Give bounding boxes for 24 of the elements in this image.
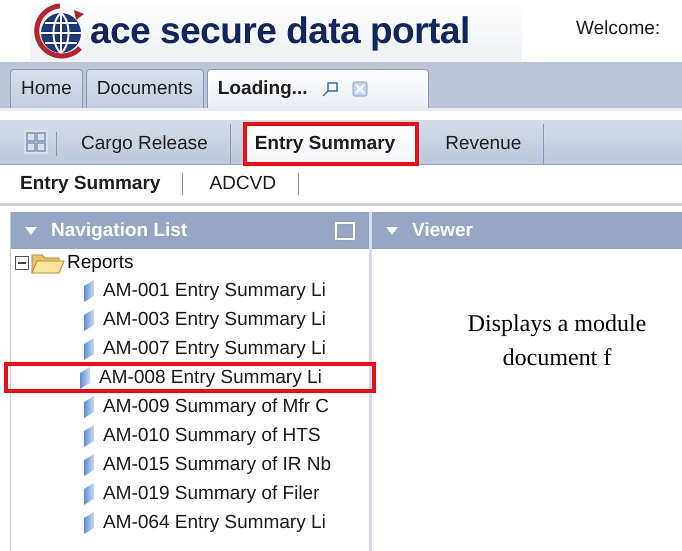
logo-text: ace secure data portal bbox=[90, 10, 470, 52]
top-tab[interactable]: Documents bbox=[86, 69, 204, 108]
panel-title: Viewer bbox=[412, 220, 473, 242]
report-item[interactable]: AM-019 Summary of Filer bbox=[11, 479, 369, 508]
report-item[interactable]: AM-010 Summary of HTS bbox=[11, 421, 369, 450]
welcome-label: Welcome: bbox=[576, 18, 660, 40]
module-tab[interactable]: Cargo Release bbox=[71, 124, 231, 164]
report-item[interactable]: AM-015 Summary of IR Nb bbox=[11, 450, 369, 479]
report-item[interactable]: AM-064 Entry Summary Li bbox=[11, 508, 369, 537]
report-item[interactable]: AM-001 Entry Summary Li bbox=[11, 276, 369, 305]
top-tab[interactable]: Home bbox=[10, 69, 83, 108]
sub-tab[interactable]: Entry Summary bbox=[20, 173, 184, 195]
report-item[interactable]: AM-008 Entry Summary Li bbox=[5, 363, 375, 392]
report-item[interactable]: AM-003 Entry Summary Li bbox=[11, 305, 369, 334]
sub-tab[interactable]: ADCVD bbox=[209, 173, 299, 195]
panel-title: Navigation List bbox=[51, 220, 188, 242]
viewer-description: Displays a module bbox=[468, 310, 646, 339]
viewer-description: document f bbox=[502, 344, 612, 373]
report-item[interactable]: AM-007 Entry Summary Li bbox=[11, 334, 369, 363]
report-item[interactable]: AM-009 Summary of Mfr C bbox=[11, 392, 369, 421]
tree-item[interactable]: Reports bbox=[67, 252, 134, 274]
module-tab[interactable]: Entry Summary bbox=[244, 124, 418, 164]
module-tab[interactable]: Revenue bbox=[435, 124, 544, 164]
top-tab[interactable]: Loading... bbox=[206, 69, 429, 108]
